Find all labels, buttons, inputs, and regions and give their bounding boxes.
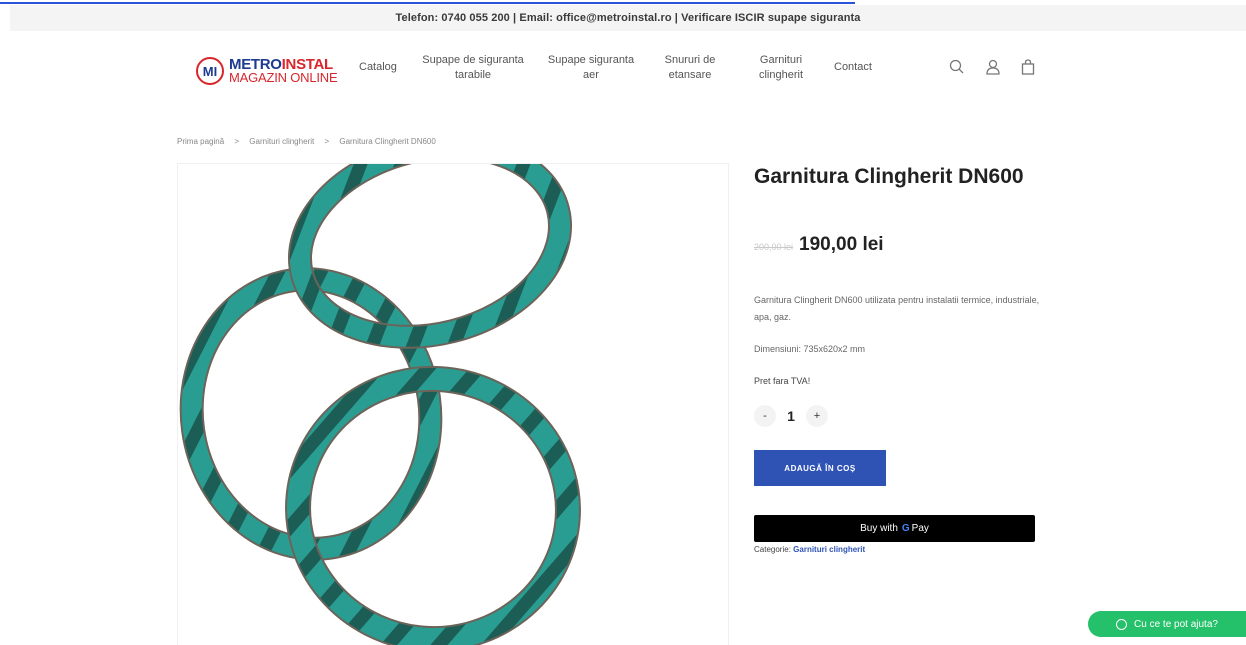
nav-item-supape-aer-line2: aer bbox=[583, 69, 599, 81]
gpay-prefix: Buy with bbox=[860, 523, 898, 534]
vat-note: Pret fara TVA! bbox=[754, 376, 811, 386]
nav-item-snururi-line2: etansare bbox=[668, 69, 712, 81]
quantity-stepper: - 1 + bbox=[754, 405, 828, 427]
quantity-value[interactable]: 1 bbox=[776, 408, 806, 424]
google-pay-button[interactable]: Buy with G Pay bbox=[754, 515, 1035, 542]
nav-item-supape-aer-line1: Supape siguranta bbox=[547, 54, 635, 66]
logo-text: METROINSTAL MAGAZIN ONLINE bbox=[229, 57, 338, 85]
product-description: Garnitura Clingherit DN600 utilizata pen… bbox=[754, 295, 1040, 322]
nav-item-snururi-line1: Snururi de bbox=[664, 54, 716, 66]
breadcrumb-separator: > bbox=[324, 137, 330, 146]
nav-item-garnituri-line2: clingherit bbox=[758, 69, 804, 81]
site-logo[interactable]: MI METROINSTAL MAGAZIN ONLINE bbox=[196, 52, 346, 90]
add-to-cart-button[interactable]: ADAUGĂ ÎN COȘ bbox=[754, 450, 886, 486]
product-title: Garnitura Clingherit DN600 bbox=[754, 165, 1024, 188]
quantity-decrease-button[interactable]: - bbox=[754, 405, 776, 427]
contact-topbar: Telefon: 0740 055 200 | Email: office@me… bbox=[10, 5, 1246, 31]
nav-item-catalog[interactable]: Catalog bbox=[359, 60, 397, 75]
user-icon[interactable] bbox=[984, 58, 1002, 76]
nav-item-supape-tarabile[interactable]: Supape de siguranta tarabile bbox=[418, 53, 528, 83]
gasket-rings-image bbox=[179, 164, 581, 645]
nav-item-garnituri-line1: Garnituri bbox=[759, 54, 803, 66]
google-g-icon: G bbox=[901, 523, 910, 534]
breadcrumb-separator: > bbox=[234, 137, 240, 146]
whatsapp-icon bbox=[1116, 618, 1128, 630]
breadcrumb-category[interactable]: Garnituri clingherit bbox=[249, 137, 314, 146]
nav-item-supape-tarabile-line2: tarabile bbox=[454, 69, 492, 81]
whatsapp-label: Cu ce te pot ajuta? bbox=[1134, 618, 1218, 630]
current-price: 190,00 lei bbox=[799, 234, 884, 255]
search-icon[interactable] bbox=[948, 58, 966, 76]
logo-line2: MAGAZIN ONLINE bbox=[229, 70, 338, 85]
nav-item-supape-tarabile-line1: Supape de siguranta bbox=[422, 54, 524, 66]
whatsapp-chat-button[interactable]: Cu ce te pot ajuta? bbox=[1088, 611, 1246, 637]
breadcrumb: Prima pagină > Garnituri clingherit > Ga… bbox=[177, 137, 436, 146]
breadcrumb-home[interactable]: Prima pagină bbox=[177, 137, 224, 146]
product-price: 200,00 lei 190,00 lei bbox=[754, 234, 884, 256]
category-label: Categorie: bbox=[754, 545, 791, 554]
nav-item-garnituri[interactable]: Garnituri clingherit bbox=[748, 53, 814, 83]
quantity-increase-button[interactable]: + bbox=[806, 405, 828, 427]
logo-mark-icon: MI bbox=[196, 57, 224, 85]
product-dimensions: Dimensiuni: 735x620x2 mm bbox=[754, 344, 866, 354]
product-image[interactable] bbox=[177, 163, 729, 645]
category-link[interactable]: Garnituri clingherit bbox=[793, 545, 865, 554]
breadcrumb-current: Garnitura Clingherit DN600 bbox=[339, 137, 436, 146]
nav-item-snururi[interactable]: Snururi de etansare bbox=[653, 53, 727, 83]
product-category: Categorie: Garnituri clingherit bbox=[754, 545, 865, 554]
old-price: 200,00 lei bbox=[754, 242, 794, 252]
nav-item-supape-aer[interactable]: Supape siguranta aer bbox=[543, 53, 639, 83]
gpay-suffix: Pay bbox=[911, 523, 929, 534]
contact-topbar-text: Telefon: 0740 055 200 | Email: office@me… bbox=[395, 12, 861, 24]
cart-bag-icon[interactable] bbox=[1019, 58, 1037, 76]
nav-item-contact[interactable]: Contact bbox=[834, 60, 872, 75]
